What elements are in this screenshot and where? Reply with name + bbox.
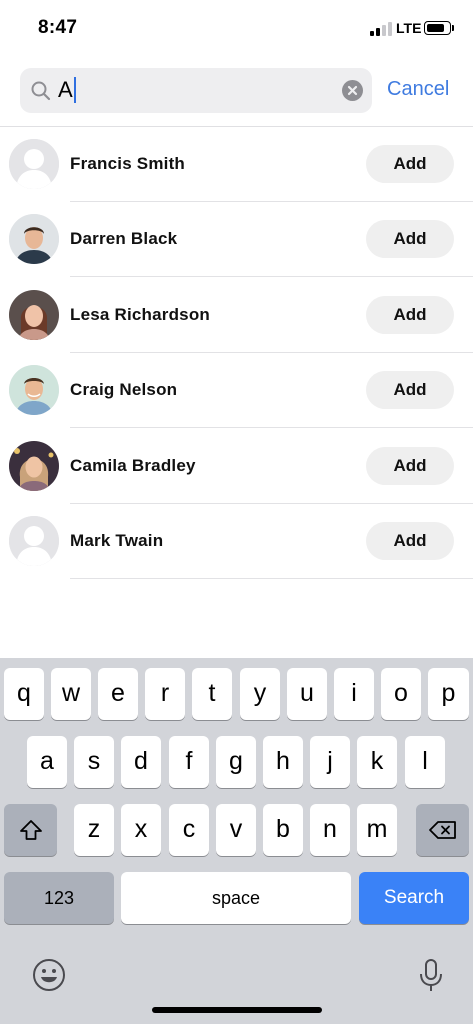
row-divider bbox=[70, 578, 473, 579]
numbers-key[interactable]: 123 bbox=[4, 872, 114, 924]
search-icon bbox=[30, 80, 52, 102]
contact-name: Francis Smith bbox=[70, 154, 186, 173]
key-z[interactable]: z bbox=[74, 804, 114, 856]
row-divider bbox=[70, 276, 473, 277]
key-h[interactable]: h bbox=[263, 736, 303, 788]
key-r[interactable]: r bbox=[145, 668, 185, 720]
shift-key[interactable] bbox=[4, 804, 57, 856]
shift-icon bbox=[19, 820, 42, 840]
cancel-button[interactable]: Cancel bbox=[387, 78, 449, 101]
photo-avatar bbox=[9, 365, 59, 415]
key-n[interactable]: n bbox=[310, 804, 350, 856]
key-d[interactable]: d bbox=[121, 736, 161, 788]
photo-avatar bbox=[9, 290, 59, 340]
list-item: Craig Nelson Add bbox=[0, 353, 473, 428]
key-q[interactable]: q bbox=[4, 668, 44, 720]
add-button[interactable]: Add bbox=[366, 371, 454, 409]
row-divider bbox=[70, 427, 473, 428]
add-button[interactable]: Add bbox=[366, 296, 454, 334]
add-button[interactable]: Add bbox=[366, 522, 454, 560]
keyboard: q w e r t y u i o p a s d f g h j k l z … bbox=[0, 658, 473, 1024]
microphone-icon[interactable] bbox=[417, 957, 445, 995]
photo-avatar bbox=[9, 441, 59, 491]
key-k[interactable]: k bbox=[357, 736, 397, 788]
search-key[interactable]: Search bbox=[359, 872, 469, 924]
battery-level bbox=[426, 23, 444, 32]
text-cursor bbox=[73, 77, 76, 103]
key-t[interactable]: t bbox=[192, 668, 232, 720]
home-indicator[interactable] bbox=[152, 1007, 322, 1013]
photo-avatar bbox=[9, 214, 59, 264]
backspace-icon bbox=[428, 821, 456, 839]
contact-name: Mark Twain bbox=[70, 531, 164, 550]
key-e[interactable]: e bbox=[98, 668, 138, 720]
placeholder-avatar bbox=[9, 139, 59, 189]
add-button[interactable]: Add bbox=[366, 447, 454, 485]
battery-icon bbox=[424, 21, 451, 35]
status-bar: 8:47 LTE bbox=[0, 0, 473, 56]
contact-name: Craig Nelson bbox=[70, 380, 178, 399]
list-item: Camila Bradley Add bbox=[0, 429, 473, 504]
key-m[interactable]: m bbox=[357, 804, 397, 856]
key-g[interactable]: g bbox=[216, 736, 256, 788]
delete-key[interactable] bbox=[416, 804, 469, 856]
network-type: LTE bbox=[396, 20, 422, 36]
status-time: 8:47 bbox=[38, 17, 78, 38]
contact-name: Lesa Richardson bbox=[70, 305, 210, 324]
key-s[interactable]: s bbox=[74, 736, 114, 788]
key-x[interactable]: x bbox=[121, 804, 161, 856]
add-button[interactable]: Add bbox=[366, 220, 454, 258]
search-field-text: A bbox=[58, 77, 76, 103]
clear-icon[interactable] bbox=[342, 80, 363, 101]
contact-name: Darren Black bbox=[70, 229, 178, 248]
key-f[interactable]: f bbox=[169, 736, 209, 788]
key-i[interactable]: i bbox=[334, 668, 374, 720]
key-p[interactable]: p bbox=[428, 668, 469, 720]
list-item: Lesa Richardson Add bbox=[0, 278, 473, 353]
search-input[interactable]: A bbox=[20, 68, 372, 113]
key-c[interactable]: c bbox=[169, 804, 209, 856]
contact-name: Camila Bradley bbox=[70, 456, 196, 475]
key-l[interactable]: l bbox=[405, 736, 445, 788]
list-item: Darren Black Add bbox=[0, 202, 473, 277]
key-j[interactable]: j bbox=[310, 736, 350, 788]
space-key[interactable]: space bbox=[121, 872, 351, 924]
key-w[interactable]: w bbox=[51, 668, 91, 720]
key-o[interactable]: o bbox=[381, 668, 421, 720]
key-y[interactable]: y bbox=[240, 668, 280, 720]
emoji-icon[interactable] bbox=[31, 957, 67, 993]
key-b[interactable]: b bbox=[263, 804, 303, 856]
signal-strength-icon bbox=[370, 22, 392, 36]
key-a[interactable]: a bbox=[27, 736, 67, 788]
list-item: Francis Smith Add bbox=[0, 127, 473, 202]
key-u[interactable]: u bbox=[287, 668, 327, 720]
key-v[interactable]: v bbox=[216, 804, 256, 856]
battery-tip bbox=[452, 25, 454, 31]
add-button[interactable]: Add bbox=[366, 145, 454, 183]
list-item: Mark Twain Add bbox=[0, 504, 473, 579]
placeholder-avatar bbox=[9, 516, 59, 566]
